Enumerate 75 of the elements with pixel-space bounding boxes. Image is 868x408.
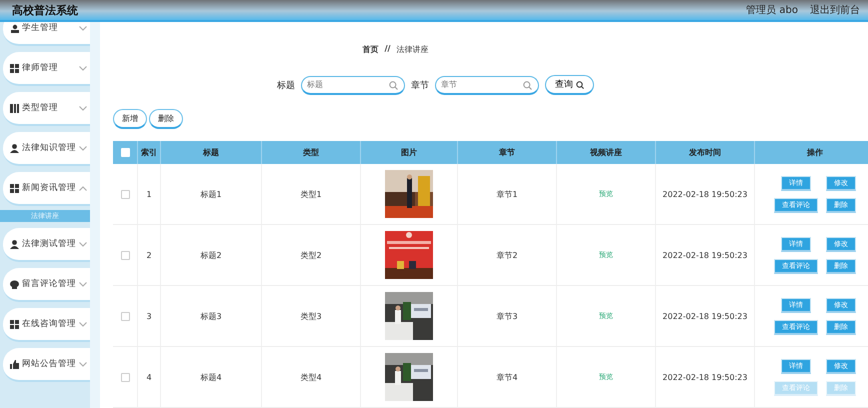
checkbox[interactable] [120,312,130,320]
table-cell: 1 [138,164,161,224]
column-header: 发布时间 [656,141,755,164]
table-cell: 2022-02-18 19:50:23 [656,164,755,224]
table-cell: 3 [138,286,161,346]
menu-label: 法律知识管理 [22,142,76,154]
menu-item[interactable]: 在线咨询管理 [3,308,90,342]
table-cell: 类型4 [262,347,361,407]
checkbox[interactable] [120,190,130,198]
app-title: 高校普法系统 [12,2,78,18]
grid-icon [10,64,19,72]
column-header: 操作 [755,141,868,164]
table-cell: 章节2 [458,225,557,285]
search-icon [576,80,584,88]
table-cell: 标题3 [161,286,262,346]
table-cell: 章节3 [458,286,557,346]
field-label: 标题 [277,80,295,92]
field-label: 章节 [411,80,429,92]
table-cell: 4 [138,347,161,407]
table-cell: 2022-02-18 19:50:23 [656,286,755,346]
menu-item[interactable]: 类型管理 [3,92,90,126]
table-cell: 类型2 [262,225,361,285]
menu-item[interactable]: 法律测试管理 [3,228,90,262]
table-cell: 标题1 [161,164,262,224]
menu-label: 网站公告管理 [22,358,76,370]
menu-item[interactable]: 学生管理 [3,22,90,46]
user-icon [10,144,19,152]
thumb-icon [10,360,19,368]
user-label: 管理员 abo [746,4,798,17]
search-field[interactable]: 标题 [301,76,405,94]
grid-icon [10,320,19,328]
checkbox[interactable] [120,250,130,260]
column-header: 标题 [161,141,262,164]
table-cell: 章节1 [458,164,557,224]
table-cell: 2022-02-18 19:50:23 [656,347,755,407]
table-cell: 2022-02-18 19:50:23 [656,225,755,285]
table-cell: 类型3 [262,286,361,346]
column-header: 索引 [138,141,161,164]
table-cell: 标题4 [161,347,262,407]
search-field[interactable]: 章节 [435,76,539,94]
search-icon [389,80,398,90]
user-icon [10,240,19,248]
column-header: 类型 [262,141,361,164]
checkbox[interactable] [120,372,130,382]
menu-label: 留言评论管理 [22,278,76,290]
delete-button[interactable]: 删除 [149,109,183,129]
book-icon [10,104,19,112]
table-cell: 类型1 [262,164,361,224]
query-button[interactable]: 查询 [545,75,594,95]
menu-item[interactable]: 新闻资讯管理 [3,172,90,206]
breadcrumb-item: 法律讲座 [396,44,428,55]
menu-item[interactable]: 律师管理 [3,52,90,86]
menu-label: 类型管理 [22,102,59,114]
breadcrumb-item[interactable]: 首页 [362,44,379,55]
chat-icon [10,280,19,288]
table-cell: 章节4 [458,347,557,407]
column-header: 章节 [458,141,557,164]
menu-label: 学生管理 [22,22,59,34]
add-button[interactable]: 新增 [113,109,147,129]
people-icon [10,24,19,32]
search-icon [523,80,532,90]
table-cell: 标题2 [161,225,262,285]
grid-icon [10,184,19,192]
menu-label: 在线咨询管理 [22,318,76,330]
column-header: 视频讲座 [557,141,656,164]
menu-item[interactable]: 法律知识管理 [3,132,90,166]
menu-label: 法律测试管理 [22,238,76,250]
menu-label: 新闻资讯管理 [22,182,76,194]
menu-item[interactable]: 网站公告管理 [3,348,90,382]
exit-link[interactable]: 退出到前台 [810,3,860,17]
menu-label: 律师管理 [22,62,59,74]
menu-item[interactable]: 留言评论管理 [3,268,90,302]
breadcrumb-separator: // [384,44,390,55]
column-header: 图片 [361,141,458,164]
table-cell: 2 [138,225,161,285]
